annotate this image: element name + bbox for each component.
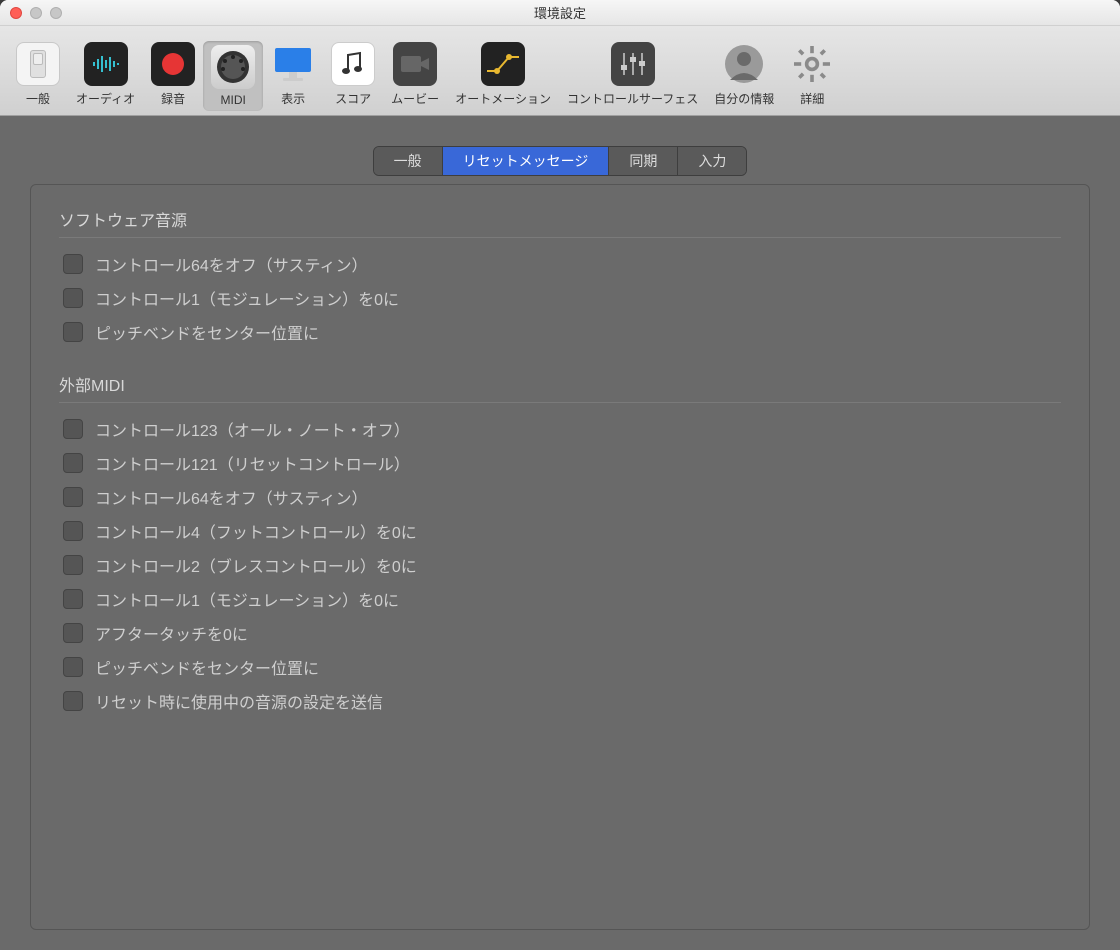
checkbox-label: コントロール123（オール・ノート・オフ）: [95, 417, 410, 441]
checkbox-label: コントロール121（リセットコントロール）: [95, 451, 410, 475]
checkbox-row: コントロール1（モジュレーション）を0に: [59, 587, 1061, 611]
checkbox-ext-ctrl123[interactable]: [63, 419, 83, 439]
toolbar-label: コントロールサーフェス: [567, 90, 698, 107]
checkbox-ext-ctrl121[interactable]: [63, 453, 83, 473]
section-title: 外部MIDI: [59, 372, 1061, 403]
preferences-window: 環境設定 一般 オーディオ 録音 MIDI 表示: [0, 0, 1120, 950]
toolbar-movie[interactable]: ムービー: [383, 38, 447, 111]
section-title: ソフトウェア音源: [59, 207, 1061, 238]
checkbox-label: リセット時に使用中の音源の設定を送信: [95, 689, 383, 713]
person-icon: [722, 42, 766, 86]
close-button[interactable]: [10, 7, 22, 19]
toolbar-label: 詳細: [800, 90, 824, 107]
checkbox-label: コントロール1（モジュレーション）を0に: [95, 286, 399, 310]
toolbar-label: スコア: [335, 90, 371, 107]
camera-icon: [393, 42, 437, 86]
sliders-icon: [611, 42, 655, 86]
checkbox-sw-pitchbend[interactable]: [63, 322, 83, 342]
toolbar-score[interactable]: スコア: [323, 38, 383, 111]
music-note-icon: [331, 42, 375, 86]
tab-input[interactable]: 入力: [678, 147, 746, 175]
content-area: 一般 リセットメッセージ 同期 入力 ソフトウェア音源 コントロール64をオフ（…: [0, 116, 1120, 950]
checkbox-label: コントロール1（モジュレーション）を0に: [95, 587, 399, 611]
settings-panel: ソフトウェア音源 コントロール64をオフ（サスティン） コントロール1（モジュレ…: [30, 184, 1090, 930]
checkbox-row: コントロール64をオフ（サスティン）: [59, 252, 1061, 276]
checkbox-ext-ctrl1[interactable]: [63, 589, 83, 609]
switch-icon: [16, 42, 60, 86]
checkbox-label: コントロール64をオフ（サスティン）: [95, 485, 368, 509]
toolbar-record[interactable]: 録音: [143, 38, 203, 111]
titlebar: 環境設定: [0, 0, 1120, 26]
zoom-button[interactable]: [50, 7, 62, 19]
checkbox-sw-ctrl1[interactable]: [63, 288, 83, 308]
toolbar-label: オーディオ: [76, 90, 135, 107]
minimize-button[interactable]: [30, 7, 42, 19]
checkbox-label: コントロール4（フットコントロール）を0に: [95, 519, 417, 543]
checkbox-label: ピッチベンドをセンター位置に: [95, 320, 319, 344]
tab-general[interactable]: 一般: [374, 147, 443, 175]
midi-connector-icon: [211, 45, 255, 89]
toolbar-label: 自分の情報: [714, 90, 774, 107]
tab-bar: 一般 リセットメッセージ 同期 入力: [373, 146, 748, 176]
checkbox-row: コントロール4（フットコントロール）を0に: [59, 519, 1061, 543]
window-title: 環境設定: [10, 3, 1110, 22]
toolbar: 一般 オーディオ 録音 MIDI 表示: [0, 26, 1120, 116]
toolbar-display[interactable]: 表示: [263, 38, 323, 111]
checkbox-label: アフタータッチを0に: [95, 621, 248, 645]
record-icon: [151, 42, 195, 86]
checkbox-sw-ctrl64[interactable]: [63, 254, 83, 274]
checkbox-label: ピッチベンドをセンター位置に: [95, 655, 319, 679]
toolbar-label: 表示: [281, 90, 305, 107]
tab-sync[interactable]: 同期: [609, 147, 678, 175]
checkbox-ext-ctrl2[interactable]: [63, 555, 83, 575]
monitor-icon: [271, 42, 315, 86]
toolbar-label: 一般: [26, 90, 50, 107]
checkbox-row: コントロール121（リセットコントロール）: [59, 451, 1061, 475]
toolbar-general[interactable]: 一般: [8, 38, 68, 111]
waveform-icon: [84, 42, 128, 86]
checkbox-row: コントロール123（オール・ノート・オフ）: [59, 417, 1061, 441]
automation-icon: [481, 42, 525, 86]
toolbar-my-info[interactable]: 自分の情報: [706, 38, 782, 111]
toolbar-label: オートメーション: [455, 90, 551, 107]
checkbox-ext-ctrl4[interactable]: [63, 521, 83, 541]
checkbox-row: ピッチベンドをセンター位置に: [59, 655, 1061, 679]
checkbox-row: リセット時に使用中の音源の設定を送信: [59, 689, 1061, 713]
checkbox-label: コントロール64をオフ（サスティン）: [95, 252, 368, 276]
toolbar-label: 録音: [161, 90, 185, 107]
checkbox-label: コントロール2（ブレスコントロール）を0に: [95, 553, 417, 577]
checkbox-row: コントロール2（ブレスコントロール）を0に: [59, 553, 1061, 577]
external-midi-section: 外部MIDI コントロール123（オール・ノート・オフ） コントロール121（リ…: [59, 372, 1061, 713]
checkbox-row: ピッチベンドをセンター位置に: [59, 320, 1061, 344]
toolbar-midi[interactable]: MIDI: [203, 41, 263, 111]
toolbar-label: ムービー: [391, 90, 439, 107]
gear-icon: [790, 42, 834, 86]
checkbox-ext-pitchbend[interactable]: [63, 657, 83, 677]
checkbox-row: コントロール64をオフ（サスティン）: [59, 485, 1061, 509]
toolbar-control-surfaces[interactable]: コントロールサーフェス: [559, 38, 706, 111]
toolbar-advanced[interactable]: 詳細: [782, 38, 842, 111]
toolbar-label: MIDI: [221, 93, 246, 107]
checkbox-ext-aftertouch[interactable]: [63, 623, 83, 643]
toolbar-audio[interactable]: オーディオ: [68, 38, 143, 111]
checkbox-row: アフタータッチを0に: [59, 621, 1061, 645]
software-instrument-section: ソフトウェア音源 コントロール64をオフ（サスティン） コントロール1（モジュレ…: [59, 207, 1061, 344]
checkbox-ext-ctrl64[interactable]: [63, 487, 83, 507]
tab-reset-messages[interactable]: リセットメッセージ: [443, 147, 610, 175]
checkbox-ext-send-on-reset[interactable]: [63, 691, 83, 711]
window-controls: [10, 7, 62, 19]
checkbox-row: コントロール1（モジュレーション）を0に: [59, 286, 1061, 310]
toolbar-automation[interactable]: オートメーション: [447, 38, 559, 111]
